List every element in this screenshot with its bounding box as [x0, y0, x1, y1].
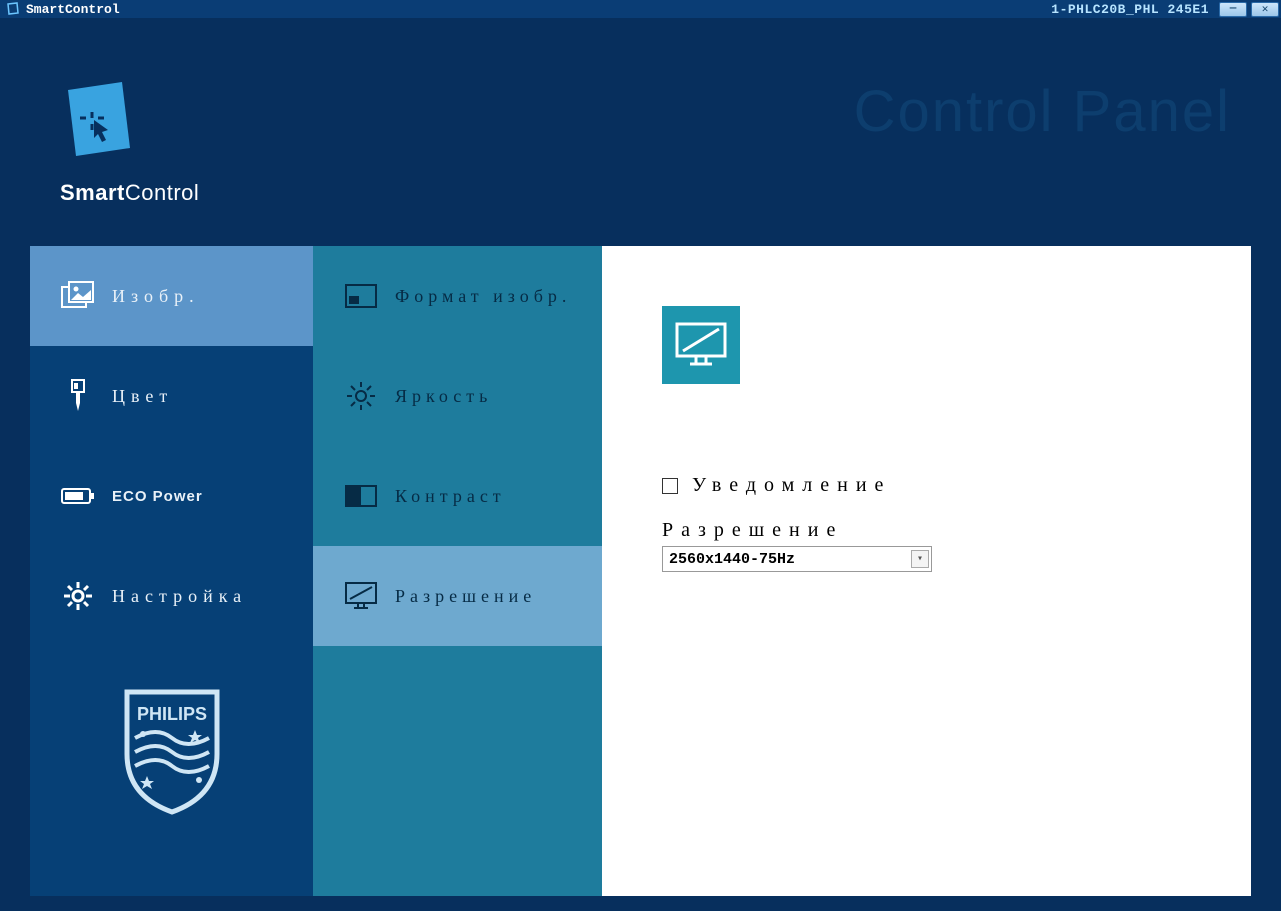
- image-icon: [60, 281, 96, 311]
- sub-item-label: Формат изобр.: [395, 286, 571, 307]
- minimize-button[interactable]: —: [1219, 2, 1247, 17]
- nav-item-label: Изобр.: [112, 286, 200, 307]
- content-body: Уведомление Разрешение 2560x1440-75Hz ▾: [662, 474, 1191, 572]
- monitor-icon: [343, 581, 379, 611]
- sub-item-label: Контраст: [395, 486, 506, 507]
- nav-item-settings[interactable]: Настройка: [30, 546, 313, 646]
- primary-nav: Изобр. Цвет ECO Power Настройка PHILIPS: [30, 246, 313, 896]
- titlebar-left: SmartControl: [2, 2, 120, 17]
- app-icon: [6, 2, 20, 16]
- aspect-icon: [343, 284, 379, 308]
- notify-label: Уведомление: [692, 474, 891, 497]
- sub-item-format[interactable]: Формат изобр.: [313, 246, 602, 346]
- battery-icon: [60, 486, 96, 506]
- titlebar-right: 1-PHLC20B_PHL 245E1 — ✕: [1051, 2, 1279, 17]
- nav-item-label: Настройка: [112, 586, 247, 607]
- chevron-down-icon: ▾: [911, 550, 929, 568]
- app-title: SmartControl: [26, 2, 120, 17]
- brand-bold: Smart: [60, 180, 125, 205]
- sub-item-label: Яркость: [395, 386, 492, 407]
- contrast-icon: [343, 485, 379, 507]
- resolution-hero-icon: [662, 306, 740, 384]
- content-panel: Уведомление Разрешение 2560x1440-75Hz ▾: [602, 246, 1251, 896]
- sub-item-resolution[interactable]: Разрешение: [313, 546, 602, 646]
- resolution-select[interactable]: 2560x1440-75Hz ▾: [662, 546, 932, 572]
- brush-icon: [60, 379, 96, 413]
- resolution-label: Разрешение: [662, 519, 1191, 542]
- philips-text: PHILIPS: [136, 704, 206, 724]
- brand-logo: SmartControl: [60, 78, 199, 206]
- page-title: Control Panel: [854, 78, 1231, 145]
- close-button[interactable]: ✕: [1251, 2, 1279, 17]
- nav-item-color[interactable]: Цвет: [30, 346, 313, 446]
- nav-item-eco[interactable]: ECO Power: [30, 446, 313, 546]
- notify-checkbox[interactable]: [662, 478, 678, 494]
- sun-icon: [343, 381, 379, 411]
- nav-item-label: Цвет: [112, 386, 173, 407]
- brand-text: SmartControl: [60, 180, 199, 206]
- philips-logo: PHILIPS: [117, 686, 227, 816]
- sub-item-brightness[interactable]: Яркость: [313, 346, 602, 446]
- monitor-id: 1-PHLC20B_PHL 245E1: [1051, 2, 1209, 17]
- brand-rest: Control: [125, 180, 199, 205]
- sub-item-contrast[interactable]: Контраст: [313, 446, 602, 546]
- nav-item-label: ECO Power: [112, 488, 203, 505]
- resolution-value: 2560x1440-75Hz: [669, 551, 795, 568]
- gear-icon: [60, 580, 96, 612]
- nav-item-image[interactable]: Изобр.: [30, 246, 313, 346]
- sub-item-label: Разрешение: [395, 586, 536, 607]
- main-panel: Изобр. Цвет ECO Power Настройка PHILIPS: [30, 246, 1251, 896]
- secondary-nav: Формат изобр. Яркость Контраст Разрешени…: [313, 246, 602, 896]
- titlebar: SmartControl 1-PHLC20B_PHL 245E1 — ✕: [0, 0, 1281, 18]
- notify-row: Уведомление: [662, 474, 1191, 497]
- monitor-cursor-icon: [60, 78, 138, 168]
- header: SmartControl Control Panel: [0, 18, 1281, 246]
